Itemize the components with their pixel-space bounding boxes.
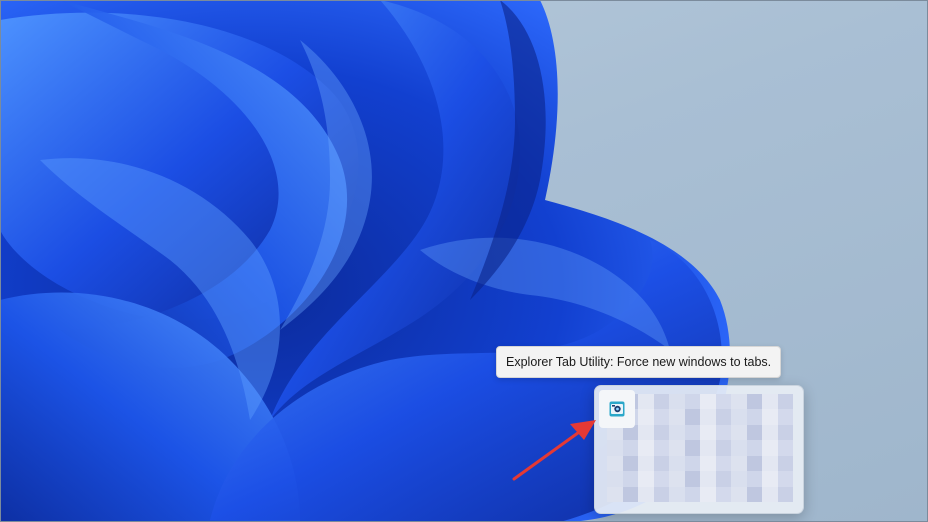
blur-pixel bbox=[638, 455, 654, 472]
blur-pixel bbox=[731, 486, 747, 502]
blur-pixel bbox=[638, 409, 654, 425]
blur-pixel bbox=[653, 409, 669, 425]
blur-pixel bbox=[777, 394, 793, 410]
blur-pixel bbox=[715, 440, 731, 456]
blur-pixel bbox=[700, 440, 716, 456]
blur-pixel bbox=[684, 424, 700, 441]
blur-pixel bbox=[669, 440, 685, 456]
blur-pixel bbox=[700, 424, 716, 441]
blur-pixel bbox=[700, 394, 716, 410]
blur-pixel bbox=[746, 486, 762, 502]
blur-pixel bbox=[669, 471, 685, 487]
blur-pixel bbox=[638, 424, 654, 441]
blur-pixel bbox=[731, 471, 747, 487]
blur-pixel bbox=[684, 440, 700, 456]
blur-pixel bbox=[653, 471, 669, 487]
blur-pixel bbox=[684, 471, 700, 487]
blur-pixel bbox=[777, 424, 793, 441]
blur-pixel bbox=[715, 424, 731, 441]
blur-pixel bbox=[607, 440, 623, 456]
blur-pixel bbox=[607, 471, 623, 487]
blur-pixel bbox=[731, 394, 747, 410]
blur-pixel bbox=[684, 486, 700, 502]
blur-pixel bbox=[777, 455, 793, 472]
blur-pixel bbox=[622, 486, 638, 502]
blur-pixel bbox=[731, 409, 747, 425]
blur-pixel bbox=[715, 455, 731, 472]
blur-pixel bbox=[762, 455, 778, 472]
blur-pixel bbox=[607, 455, 623, 472]
blur-pixel bbox=[715, 409, 731, 425]
blur-pixel bbox=[638, 440, 654, 456]
blur-pixel bbox=[746, 455, 762, 472]
blur-pixel bbox=[638, 394, 654, 410]
blur-pixel bbox=[669, 409, 685, 425]
blur-pixel bbox=[746, 471, 762, 487]
blur-pixel bbox=[762, 440, 778, 456]
blur-pixel bbox=[653, 440, 669, 456]
blur-pixel bbox=[762, 424, 778, 441]
tooltip-text: Explorer Tab Utility: Force new windows … bbox=[506, 355, 772, 369]
blur-pixel bbox=[715, 486, 731, 502]
blur-pixel bbox=[622, 455, 638, 472]
blur-pixel bbox=[762, 471, 778, 487]
blur-pixel bbox=[669, 394, 685, 410]
blur-pixel bbox=[607, 486, 623, 502]
blur-pixel bbox=[638, 486, 654, 502]
blur-pixel bbox=[622, 440, 638, 456]
tray-overflow-flyout bbox=[594, 385, 804, 514]
tray-icon-tooltip: Explorer Tab Utility: Force new windows … bbox=[496, 346, 782, 378]
blur-pixel bbox=[746, 409, 762, 425]
blur-pixel bbox=[746, 424, 762, 441]
blur-pixel bbox=[653, 424, 669, 441]
blur-pixel bbox=[746, 440, 762, 456]
blur-pixel bbox=[700, 455, 716, 472]
blur-pixel bbox=[669, 486, 685, 502]
blur-pixel bbox=[700, 471, 716, 487]
blur-pixel bbox=[715, 394, 731, 410]
blur-pixel bbox=[746, 394, 762, 410]
blur-pixel bbox=[669, 424, 685, 441]
blur-pixel bbox=[762, 394, 778, 410]
blur-pixel bbox=[762, 409, 778, 425]
blur-pixel bbox=[777, 409, 793, 425]
blur-pixel bbox=[777, 471, 793, 487]
blur-pixel bbox=[684, 409, 700, 425]
explorer-tab-utility-icon bbox=[609, 401, 625, 417]
desktop: Explorer Tab Utility: Force new windows … bbox=[0, 0, 928, 522]
blur-pixel bbox=[731, 440, 747, 456]
blur-pixel bbox=[777, 486, 793, 502]
blur-pixel bbox=[622, 471, 638, 487]
blur-pixel bbox=[684, 394, 700, 410]
blur-pixel bbox=[715, 471, 731, 487]
blur-pixel bbox=[762, 486, 778, 502]
blur-pixel bbox=[700, 486, 716, 502]
blur-pixel bbox=[731, 424, 747, 441]
blur-pixel bbox=[669, 455, 685, 472]
blur-pixel bbox=[684, 455, 700, 472]
blur-pixel bbox=[638, 471, 654, 487]
blur-pixel bbox=[653, 455, 669, 472]
blur-pixel bbox=[653, 394, 669, 410]
blur-pixel bbox=[653, 486, 669, 502]
blur-pixel bbox=[777, 440, 793, 456]
blur-pixel bbox=[731, 455, 747, 472]
explorer-tab-utility-tray-button[interactable] bbox=[599, 390, 635, 428]
blur-pixel bbox=[700, 409, 716, 425]
